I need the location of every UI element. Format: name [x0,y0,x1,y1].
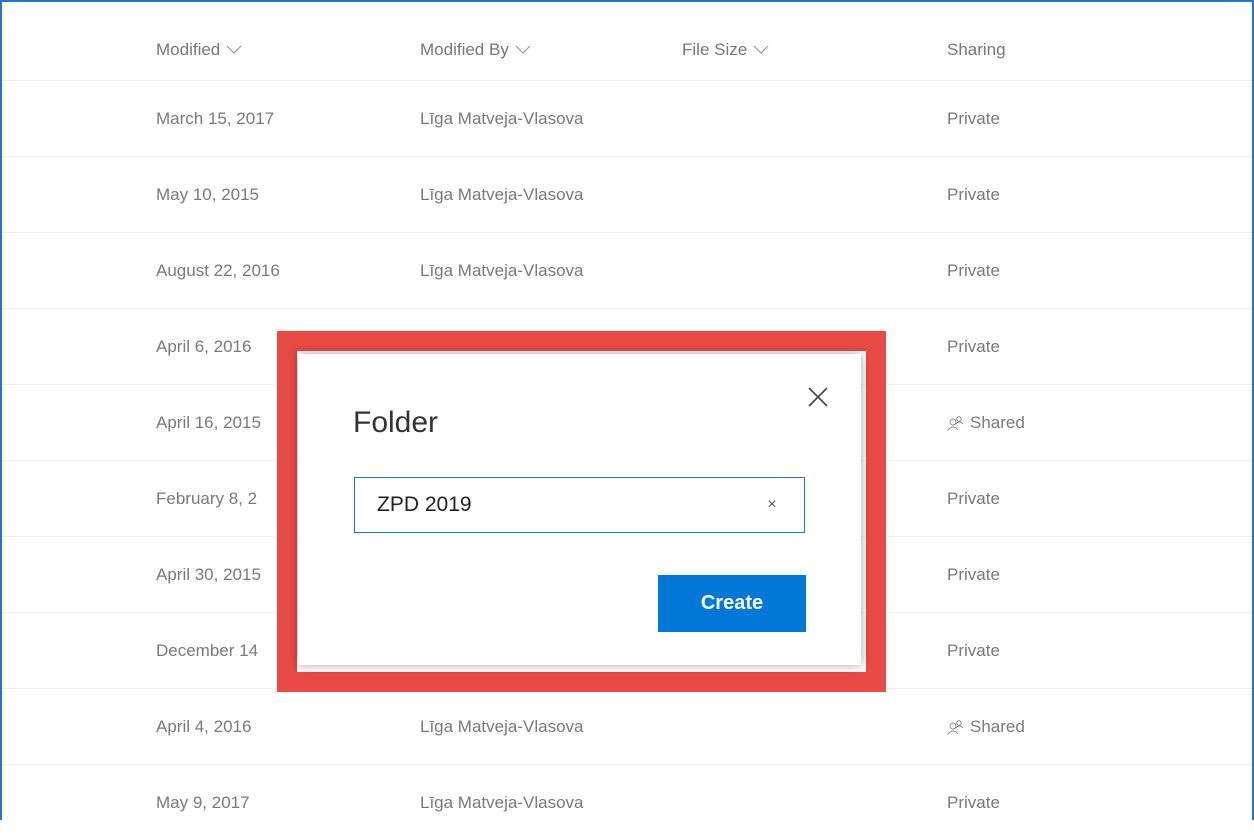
table-row[interactable]: August 22, 2016 Līga Matveja-Vlasova Pri… [2,233,1252,309]
shared-people-icon [947,719,965,735]
clear-input-icon[interactable]: × [762,478,782,532]
column-header-modified-by[interactable]: Modified By [420,20,531,80]
column-header-modified-label: Modified [156,40,221,59]
sharing-cell: Private [947,461,1000,536]
sharing-label: Shared [970,716,1025,736]
modified-cell: February 8, 2 [156,488,258,508]
sharing-cell: Private [947,765,1000,840]
column-header-file-size[interactable]: File Size [682,20,769,80]
sharing-label: Private [947,108,1000,128]
dialog-title: Folder [353,406,439,439]
modified-cell: March 15, 2017 [156,108,275,128]
sharing-label: Shared [970,412,1025,432]
modified-cell: May 10, 2015 [156,184,260,204]
sharing-cell: Private [947,613,1000,688]
modified-cell: December 14 [156,640,259,660]
sharing-label: Private [947,792,1000,812]
create-button[interactable]: Create [658,575,806,632]
column-header-modified[interactable]: Modified [156,20,242,80]
sharing-label: Private [947,640,1000,660]
column-header-sharing[interactable]: Sharing [947,20,1006,80]
modified-cell: April 4, 2016 [156,716,252,736]
shared-people-icon [947,415,965,431]
sharing-cell: Private [947,81,1000,156]
chevron-down-icon [226,45,242,55]
column-header-sharing-label: Sharing [947,40,1006,59]
table-row[interactable]: March 15, 2017 Līga Matveja-Vlasova Priv… [2,81,1252,157]
modified-cell: April 6, 2016 [156,336,252,356]
sharing-cell: Shared [947,385,1025,460]
sharing-label: Private [947,488,1000,508]
sharing-cell: Shared [947,689,1025,764]
folder-name-field: × [354,477,805,533]
new-folder-dialog: Folder × Create [298,354,861,665]
modified-cell: August 22, 2016 [156,260,280,280]
table-row[interactable]: April 4, 2016 Līga Matveja-Vlasova Share… [2,689,1252,765]
column-header-modified-by-label: Modified By [420,40,509,59]
chevron-down-icon [753,45,769,55]
modified-by-cell: Līga Matveja-Vlasova [420,108,584,128]
chevron-down-icon [515,45,531,55]
sharing-cell: Private [947,233,1000,308]
modified-by-cell: Līga Matveja-Vlasova [420,260,584,280]
sharing-cell: Private [947,537,1000,612]
sharing-cell: Private [947,157,1000,232]
close-icon[interactable] [803,382,833,412]
column-header-row: Modified Modified By File Size Sharing [2,20,1252,81]
modified-by-cell: Līga Matveja-Vlasova [420,716,584,736]
modified-cell: May 9, 2017 [156,792,250,812]
column-header-file-size-label: File Size [682,40,748,59]
table-row[interactable]: May 9, 2017 Līga Matveja-Vlasova Private [2,765,1252,840]
modified-cell: April 16, 2015 [156,412,261,432]
table-row[interactable]: May 10, 2015 Līga Matveja-Vlasova Privat… [2,157,1252,233]
sharing-label: Private [947,336,1000,356]
sharing-label: Private [947,184,1000,204]
sharing-cell: Private [947,309,1000,384]
modified-cell: April 30, 2015 [156,564,261,584]
modified-by-cell: Līga Matveja-Vlasova [420,184,584,204]
sharing-label: Private [947,564,1000,584]
folder-name-input[interactable] [355,478,755,532]
sharing-label: Private [947,260,1000,280]
modified-by-cell: Līga Matveja-Vlasova [420,792,584,812]
